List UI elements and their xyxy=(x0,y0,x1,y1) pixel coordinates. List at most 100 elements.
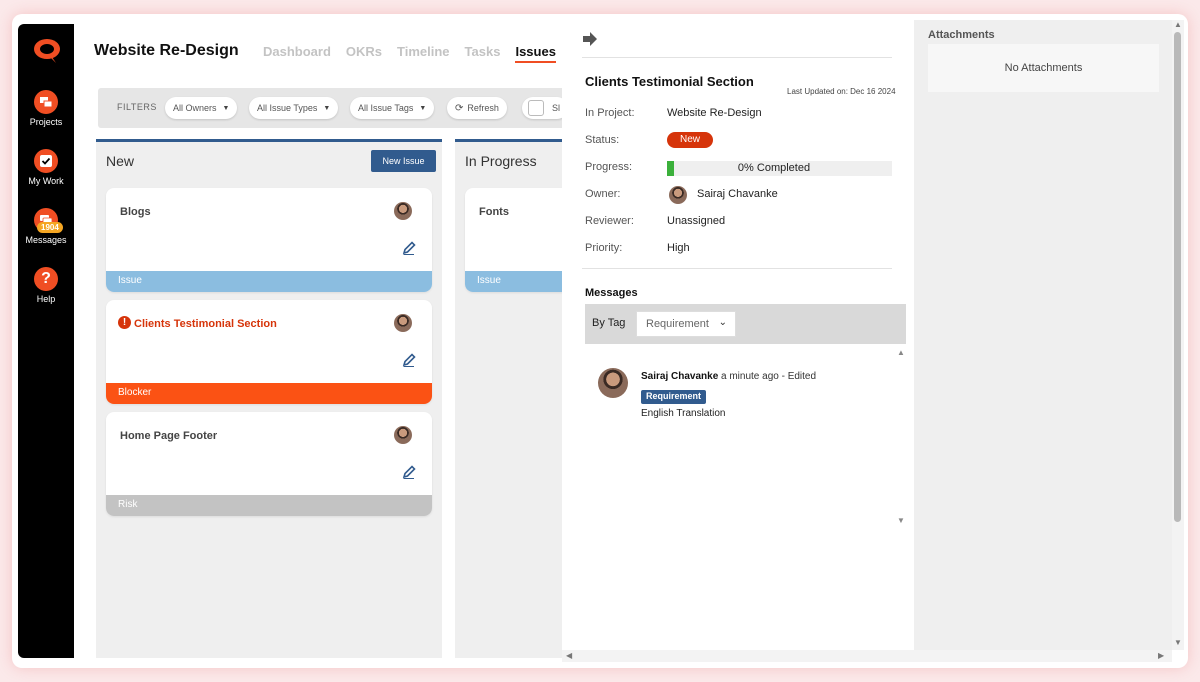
progress-text: 0% Completed xyxy=(737,162,811,174)
priority-label: Priority: xyxy=(585,242,623,254)
app-logo-icon[interactable] xyxy=(32,38,62,64)
scroll-down-icon[interactable]: ▼ xyxy=(1174,638,1182,647)
avatar xyxy=(669,186,687,204)
by-tag-label: By Tag xyxy=(592,317,626,329)
in-project-label: In Project: xyxy=(585,107,635,119)
issues-board: Website Re-Design Dashboard OKRs Timelin… xyxy=(74,24,564,658)
issue-card-title: Blogs xyxy=(120,206,151,218)
priority-value[interactable]: High xyxy=(667,242,690,254)
avatar xyxy=(598,368,628,398)
tag-filter-value: Requirement xyxy=(646,318,709,330)
owner-value[interactable]: Sairaj Chavanke xyxy=(697,188,778,200)
avatar xyxy=(394,202,412,220)
column-in-progress: In Progress Fonts Issue xyxy=(455,139,564,658)
tab-tasks[interactable]: Tasks xyxy=(465,44,501,63)
tab-timeline[interactable]: Timeline xyxy=(397,44,450,63)
status-badge[interactable]: New xyxy=(667,132,713,148)
issue-types-filter-dropdown[interactable]: All Issue Types ▼ xyxy=(249,97,339,119)
sidebar-item-label: Messages xyxy=(25,235,67,245)
chevron-down-icon: ⌄ xyxy=(718,317,727,328)
last-updated: Last Updated on: Dec 16 2024 xyxy=(787,87,896,96)
refresh-button[interactable]: ⟳ Refresh xyxy=(447,97,507,119)
divider xyxy=(582,57,892,58)
attachments-panel: Attachments No Attachments xyxy=(914,20,1172,650)
sidebar-item-label: Projects xyxy=(29,117,63,127)
refresh-label: Refresh xyxy=(467,103,499,113)
refresh-icon: ⟳ xyxy=(455,102,464,114)
pencil-icon[interactable] xyxy=(401,240,417,256)
issue-card[interactable]: Fonts Issue xyxy=(465,188,564,292)
divider xyxy=(582,268,892,269)
attachments-empty: No Attachments xyxy=(928,44,1159,92)
column-title: New xyxy=(106,153,135,169)
filters-bar: FILTERS All Owners ▼ All Issue Types ▼ A… xyxy=(98,88,564,128)
pencil-icon[interactable] xyxy=(401,352,417,368)
new-issue-button[interactable]: New Issue xyxy=(371,150,436,172)
arrow-right-icon[interactable] xyxy=(582,32,598,46)
scroll-up-icon[interactable]: ▲ xyxy=(897,348,905,357)
scrollbar-thumb[interactable] xyxy=(1174,32,1181,522)
issue-detail-panel: Clients Testimonial Section Last Updated… xyxy=(562,20,914,650)
scroll-right-icon[interactable]: ▶ xyxy=(1158,651,1164,660)
sidebar-item-label: Help xyxy=(36,294,56,304)
caret-down-icon: ▼ xyxy=(222,104,230,112)
sidebar-item-my-work[interactable]: My Work xyxy=(18,149,74,186)
issue-tags-filter-dropdown[interactable]: All Issue Tags ▼ xyxy=(350,97,435,119)
message-tag-badge: Requirement xyxy=(641,390,707,404)
projects-icon xyxy=(34,90,58,114)
project-title: Website Re-Design xyxy=(94,42,239,59)
messages-heading: Messages xyxy=(585,287,638,299)
filter-checkbox-option[interactable]: Sl xyxy=(522,97,564,119)
issue-title: Clients Testimonial Section xyxy=(585,74,754,89)
sidebar-item-label: My Work xyxy=(28,176,64,186)
sidebar-item-messages[interactable]: 1904 Messages xyxy=(18,208,74,245)
scroll-up-icon[interactable]: ▲ xyxy=(1174,20,1182,29)
message-author[interactable]: Sairaj Chavanke xyxy=(641,371,718,382)
sidebar-item-help[interactable]: ? Help xyxy=(18,267,74,304)
checkbox[interactable] xyxy=(528,100,544,116)
issue-card[interactable]: Home Page Footer Risk xyxy=(106,412,432,516)
sidebar-item-projects[interactable]: Projects xyxy=(18,90,74,127)
issue-type-tag: Risk xyxy=(106,495,432,516)
issue-types-filter-label: All Issue Types xyxy=(257,103,318,113)
progress-bar: 0% Completed xyxy=(667,161,892,176)
issue-type-tag: Blocker xyxy=(106,383,432,404)
tag-filter-select[interactable]: Requirement ⌄ xyxy=(636,311,736,337)
horizontal-scrollbar[interactable]: ◀ ▶ xyxy=(562,650,1172,662)
issue-card-title: Clients Testimonial Section xyxy=(134,318,277,330)
progress-label: Progress: xyxy=(585,161,633,173)
pencil-icon[interactable] xyxy=(401,464,417,480)
issue-card[interactable]: Blogs Issue xyxy=(106,188,432,292)
tab-dashboard[interactable]: Dashboard xyxy=(263,44,331,63)
issue-card-title: Fonts xyxy=(479,206,509,218)
avatar xyxy=(394,426,412,444)
project-tabs: Dashboard OKRs Timeline Tasks Issues xyxy=(263,44,556,63)
owner-label: Owner: xyxy=(585,188,621,200)
column-new: New New Issue Blogs Issue ! Clients Test… xyxy=(96,139,442,658)
caret-down-icon: ▼ xyxy=(323,104,331,112)
messages-icon: 1904 xyxy=(34,208,63,233)
issue-card[interactable]: ! Clients Testimonial Section Blocker xyxy=(106,300,432,404)
status-label: Status: xyxy=(585,134,620,146)
scroll-down-icon[interactable]: ▼ xyxy=(897,516,905,525)
issue-tags-filter-label: All Issue Tags xyxy=(358,103,414,113)
owners-filter-dropdown[interactable]: All Owners ▼ xyxy=(165,97,238,119)
issue-type-tag: Issue xyxy=(465,271,564,292)
column-title: In Progress xyxy=(465,153,537,169)
issue-card-title: Home Page Footer xyxy=(120,430,218,442)
tab-okrs[interactable]: OKRs xyxy=(346,44,382,63)
caret-down-icon: ▼ xyxy=(419,104,427,112)
attachments-heading: Attachments xyxy=(928,29,995,41)
message-time: a minute ago - Edited xyxy=(721,371,817,382)
scroll-left-icon[interactable]: ◀ xyxy=(566,651,572,660)
issue-type-tag: Issue xyxy=(106,271,432,292)
owners-filter-label: All Owners xyxy=(173,103,217,113)
reviewer-value[interactable]: Unassigned xyxy=(667,215,725,227)
vertical-scrollbar[interactable]: ▲ ▼ xyxy=(1172,20,1184,650)
messages-count-badge: 1904 xyxy=(37,222,63,233)
tab-issues[interactable]: Issues xyxy=(515,44,556,63)
sidebar: Projects My Work 1904 Messages ? Help xyxy=(18,24,74,658)
avatar xyxy=(394,314,412,332)
filters-label: FILTERS xyxy=(117,102,157,112)
help-icon: ? xyxy=(34,267,58,291)
